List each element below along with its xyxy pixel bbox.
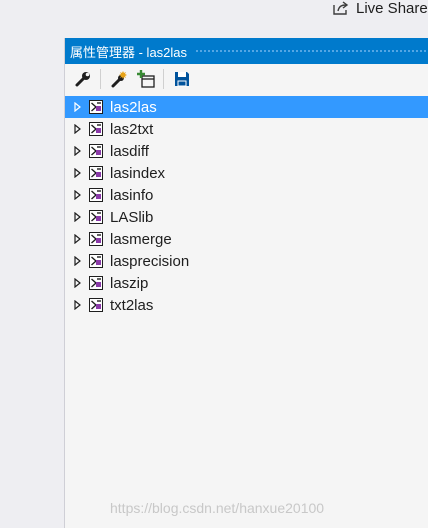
- tree-item-label: LASlib: [110, 208, 154, 226]
- expand-arrow-icon[interactable]: [74, 146, 86, 156]
- tree-item-label: lasmerge: [110, 230, 172, 248]
- properties-button[interactable]: [71, 67, 95, 91]
- toolbar-separator: [163, 69, 164, 89]
- save-icon: [175, 72, 189, 87]
- project-icon: [88, 143, 104, 159]
- tree-item-label: txt2las: [110, 296, 154, 314]
- tree-item[interactable]: lasprecision: [65, 250, 428, 272]
- project-icon: [88, 99, 104, 115]
- tree-item[interactable]: lasmerge: [65, 228, 428, 250]
- expand-arrow-icon[interactable]: [74, 300, 86, 310]
- tree-item-label: laszip: [110, 274, 149, 292]
- project-icon: [88, 275, 104, 291]
- live-share-button[interactable]: Live Share: [332, 0, 428, 17]
- property-tree: las2las las2txt lasdiff lasindex lasinfo LASl…: [65, 96, 428, 316]
- tree-item-label: lasindex: [110, 164, 166, 182]
- tree-item[interactable]: las2txt: [65, 118, 428, 140]
- title-bar-grip: [195, 48, 428, 54]
- live-share-icon: [333, 1, 349, 15]
- tree-item[interactable]: lasindex: [65, 162, 428, 184]
- tree-item-label: lasprecision: [110, 252, 190, 270]
- panel-toolbar: [65, 64, 428, 94]
- expand-arrow-icon[interactable]: [74, 190, 86, 200]
- tree-item[interactable]: lasdiff: [65, 140, 428, 162]
- expand-arrow-icon[interactable]: [74, 212, 86, 222]
- wrench-icon: [75, 72, 90, 87]
- panel-title-bar[interactable]: 属性管理器 - las2las: [65, 38, 428, 64]
- tree-item[interactable]: lasinfo: [65, 184, 428, 206]
- add-existing-property-sheet-icon: [137, 70, 155, 88]
- save-button[interactable]: [170, 67, 194, 91]
- top-bar: Live Share: [0, 0, 428, 38]
- live-share-label: Live Share: [356, 0, 428, 17]
- project-icon: [88, 187, 104, 203]
- expand-arrow-icon[interactable]: [74, 234, 86, 244]
- new-property-sheet-icon: [111, 71, 127, 88]
- tree-item-label: las2las: [110, 98, 157, 116]
- tree-item-label: lasdiff: [110, 142, 149, 160]
- project-icon: [88, 231, 104, 247]
- tree-item-label: lasinfo: [110, 186, 154, 204]
- tree-item-label: las2txt: [110, 120, 154, 138]
- panel-title: 属性管理器 - las2las: [70, 44, 188, 60]
- toolbar-separator: [100, 69, 101, 89]
- tree-item[interactable]: las2las: [65, 96, 428, 118]
- project-icon: [88, 297, 104, 313]
- expand-arrow-icon[interactable]: [74, 256, 86, 266]
- expand-arrow-icon[interactable]: [74, 168, 86, 178]
- property-manager-panel: 属性管理器 - las2las las2las las2txt lasdiff …: [64, 38, 428, 528]
- tree-item[interactable]: txt2las: [65, 294, 428, 316]
- watermark: https://blog.csdn.net/hanxue20100: [110, 500, 325, 516]
- add-existing-property-sheet-button[interactable]: [134, 67, 158, 91]
- expand-arrow-icon[interactable]: [74, 102, 86, 112]
- tree-item[interactable]: laszip: [65, 272, 428, 294]
- project-icon: [88, 253, 104, 269]
- tree-item[interactable]: LASlib: [65, 206, 428, 228]
- expand-arrow-icon[interactable]: [74, 124, 86, 134]
- project-icon: [88, 121, 104, 137]
- project-icon: [88, 209, 104, 225]
- expand-arrow-icon[interactable]: [74, 278, 86, 288]
- new-property-sheet-button[interactable]: [107, 67, 131, 91]
- project-icon: [88, 165, 104, 181]
